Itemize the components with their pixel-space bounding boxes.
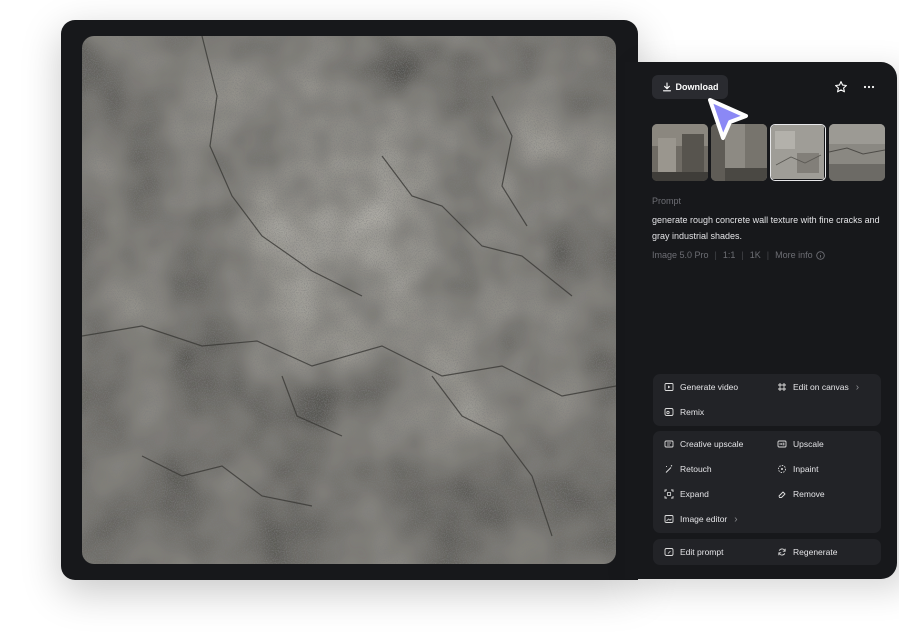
edit-prompt-icon [664, 548, 674, 556]
eraser-icon [778, 491, 786, 498]
concrete-texture-image [82, 36, 616, 564]
generation-meta: Image 5.0 Pro | 1:1 | 1K | More info [652, 250, 825, 260]
aspect-ratio: 1:1 [722, 250, 736, 260]
expand-button[interactable]: Expand [664, 485, 709, 503]
chevron-right-icon: › [734, 513, 738, 525]
inpaint-button[interactable]: Inpaint [777, 460, 819, 478]
expand-icon [664, 489, 674, 499]
more-options-icon[interactable] [862, 80, 876, 94]
cursor-pointer-icon [708, 98, 748, 140]
upscale-label: Upscale [793, 439, 824, 449]
info-icon [815, 250, 825, 260]
edit-prompt-button[interactable]: Edit prompt [664, 543, 723, 561]
retouch-button[interactable]: Retouch [664, 460, 712, 478]
remix-label: Remix [680, 407, 705, 417]
inpaint-icon [778, 465, 786, 473]
edit-on-canvas-label: Edit on canvas [793, 382, 849, 392]
meta-separator: | [741, 250, 744, 260]
remove-button[interactable]: Remove [777, 485, 825, 503]
expand-label: Expand [680, 489, 709, 499]
video-icon [664, 383, 674, 391]
edit-prompt-label: Edit prompt [680, 547, 724, 557]
canvas-icon [778, 383, 786, 391]
star-icon[interactable] [834, 80, 848, 94]
creative-upscale-icon [664, 440, 674, 448]
remix-icon [664, 408, 674, 416]
magic-wand-icon [665, 465, 673, 473]
image-editor-icon [664, 515, 674, 523]
upscale-hd-icon [777, 440, 787, 448]
creative-upscale-button[interactable]: Creative upscale [664, 435, 743, 453]
meta-separator: | [766, 250, 770, 260]
remove-label: Remove [793, 489, 825, 499]
remix-button[interactable]: Remix [664, 403, 704, 421]
model-name: Image 5.0 Pro [652, 250, 709, 260]
more-info-label: More info [775, 250, 813, 260]
download-label: Download [675, 82, 719, 92]
creative-upscale-label: Creative upscale [680, 439, 744, 449]
image-editor-button[interactable]: Image editor › [664, 510, 738, 528]
image-editor-label: Image editor [680, 514, 728, 524]
thumbnail-1[interactable] [652, 124, 708, 181]
generate-video-button[interactable]: Generate video [664, 378, 738, 396]
chevron-right-icon: › [855, 381, 860, 393]
retouch-label: Retouch [680, 464, 712, 474]
edit-on-canvas-button[interactable]: Edit on canvas › [777, 378, 859, 396]
generated-image[interactable] [82, 36, 616, 564]
download-icon [662, 82, 671, 92]
thumbnail-3[interactable] [770, 124, 826, 181]
prompt-text: generate rough concrete wall texture wit… [652, 215, 880, 241]
generate-video-label: Generate video [680, 382, 739, 392]
upscale-button[interactable]: Upscale [777, 435, 824, 453]
thumbnail-4[interactable] [829, 124, 885, 181]
thumbnail-4-image [829, 124, 885, 181]
inpaint-label: Inpaint [793, 464, 819, 474]
more-info-link[interactable]: More info [775, 250, 825, 260]
thumbnail-1-image [652, 124, 708, 181]
refresh-icon [778, 548, 786, 556]
regenerate-label: Regenerate [793, 547, 838, 557]
meta-separator: | [714, 250, 717, 260]
resolution: 1K [749, 250, 761, 260]
thumbnail-3-image [771, 125, 824, 179]
prompt-label: Prompt [652, 196, 682, 206]
regenerate-button[interactable]: Regenerate [777, 543, 837, 561]
